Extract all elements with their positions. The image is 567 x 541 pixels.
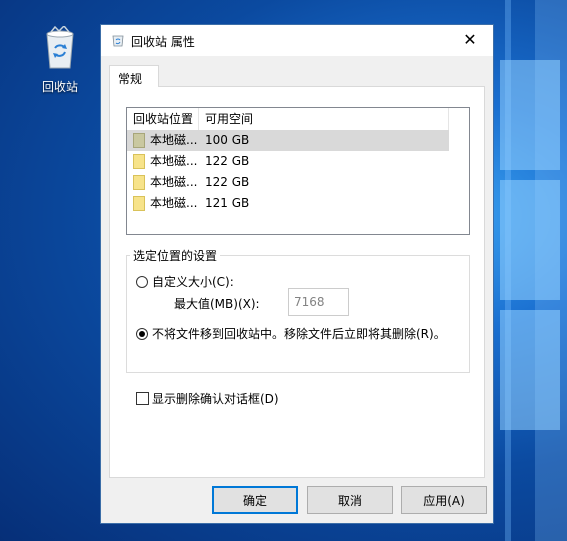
tab-general[interactable]: 常规 xyxy=(109,65,159,87)
confirm-dialog-label[interactable]: 显示删除确认对话框(D) xyxy=(152,390,279,407)
recycle-bin-label[interactable]: 回收站 xyxy=(20,78,100,95)
window-pane-glow xyxy=(500,60,560,170)
list-item[interactable]: 本地磁... 100 GB xyxy=(127,130,449,151)
window-pane-glow xyxy=(500,310,560,430)
group-title: 选定位置的设置 xyxy=(130,247,221,264)
title-bar[interactable]: 回收站 属性 ✕ xyxy=(101,25,493,56)
list-item[interactable]: 本地磁... 121 GB xyxy=(127,193,449,214)
drive-free-space: 122 GB xyxy=(205,154,250,168)
window-title: 回收站 属性 xyxy=(131,35,195,49)
max-size-label: 最大值(MB)(X): xyxy=(174,297,260,311)
recycle-bin-icon[interactable] xyxy=(36,26,84,70)
list-item[interactable]: 本地磁... 122 GB xyxy=(127,151,449,172)
custom-size-radio[interactable] xyxy=(136,276,148,288)
recycle-bin-icon xyxy=(112,35,124,47)
drive-name: 本地磁... xyxy=(150,133,198,147)
drive-free-space: 100 GB xyxy=(205,133,250,147)
custom-size-label[interactable]: 自定义大小(C): xyxy=(152,273,234,290)
drive-name: 本地磁... xyxy=(150,175,198,189)
drive-icon xyxy=(133,133,145,148)
drive-free-space: 121 GB xyxy=(205,196,250,210)
apply-button[interactable]: 应用(A) xyxy=(401,486,487,514)
properties-dialog: 回收站 属性 ✕ 常规 回收站位置 可用空间 本地磁... 100 GB 本地磁… xyxy=(100,24,494,524)
drive-icon xyxy=(133,196,145,211)
drive-name: 本地磁... xyxy=(150,196,198,210)
column-header-free-space[interactable]: 可用空间 xyxy=(199,108,449,130)
close-button[interactable]: ✕ xyxy=(447,25,493,56)
tab-panel: 回收站位置 可用空间 本地磁... 100 GB 本地磁... 122 GB 本… xyxy=(109,86,485,478)
list-item[interactable]: 本地磁... 122 GB xyxy=(127,172,449,193)
max-size-input[interactable] xyxy=(288,288,349,316)
column-header-location[interactable]: 回收站位置 xyxy=(127,108,199,130)
location-list[interactable]: 回收站位置 可用空间 本地磁... 100 GB 本地磁... 122 GB 本… xyxy=(126,107,470,235)
cancel-button[interactable]: 取消 xyxy=(307,486,393,514)
close-icon: ✕ xyxy=(463,30,477,49)
drive-free-space: 122 GB xyxy=(205,175,250,189)
delete-immediately-radio[interactable] xyxy=(136,328,148,340)
window-pane-glow xyxy=(500,180,560,300)
delete-immediately-label[interactable]: 不将文件移到回收站中。移除文件后立即将其删除(R)。 xyxy=(152,325,446,342)
confirm-dialog-checkbox[interactable] xyxy=(136,392,149,405)
drive-icon xyxy=(133,154,145,169)
drive-name: 本地磁... xyxy=(150,154,198,168)
ok-button[interactable]: 确定 xyxy=(212,486,298,514)
drive-icon xyxy=(133,175,145,190)
